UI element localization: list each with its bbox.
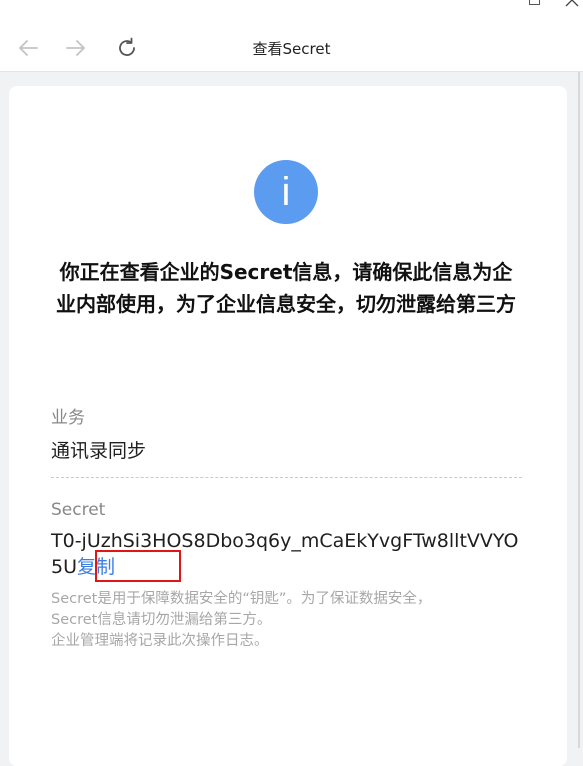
close-icon[interactable] (564, 0, 580, 8)
warning-heading: 你正在查看企业的Secret信息，请确保此信息为企业内部使用，为了企业信息安全，… (56, 260, 516, 316)
window-edge (578, 72, 580, 748)
section-divider (51, 477, 522, 478)
note-line-1: Secret是用于保障数据安全的“钥匙”。为了保证数据安全， (51, 591, 432, 607)
note-line-2: Secret信息请切勿泄漏给第三方。 (51, 612, 272, 628)
info-icon: i (254, 160, 318, 224)
secret-value: T0-jUzhSi3HOS8Dbo3q6y_mCaEkYvgFTw8lltVVY… (51, 530, 519, 578)
secret-value-block: T0-jUzhSi3HOS8Dbo3q6y_mCaEkYvgFTw8lltVVY… (51, 528, 523, 580)
copy-button[interactable]: 复制 (77, 556, 115, 578)
window-titlebar: 查看Secret (0, 0, 583, 72)
business-value: 通讯录同步 (51, 440, 147, 462)
note-line-3: 企业管理端将记录此次操作日志。 (51, 633, 269, 649)
secret-label: Secret (51, 500, 106, 520)
business-label: 业务 (51, 408, 85, 428)
maximize-icon[interactable] (529, 0, 540, 5)
window-title: 查看Secret (252, 40, 331, 58)
info-icon-glyph: i (281, 170, 291, 214)
secret-note: Secret是用于保障数据安全的“钥匙”。为了保证数据安全， Secret信息请… (51, 589, 531, 652)
